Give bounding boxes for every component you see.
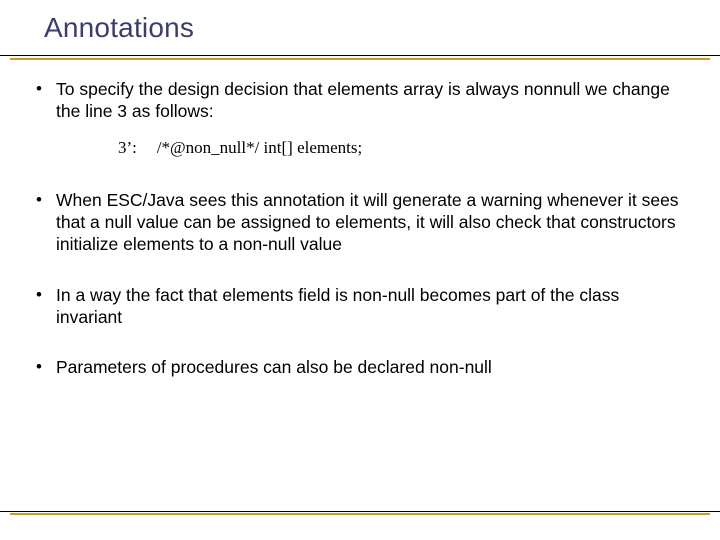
bullet-text: When ESC/Java sees this annotation it wi…: [56, 190, 679, 255]
bullet-item: Parameters of procedures can also be dec…: [30, 356, 690, 378]
bullet-text: In a way the fact that elements field is…: [56, 285, 619, 327]
bullet-text: To specify the design decision that elem…: [56, 79, 670, 121]
divider-bottom-black: [0, 511, 720, 512]
divider-bottom-gold: [10, 513, 710, 515]
bullet-list: To specify the design decision that elem…: [30, 78, 690, 379]
divider-top-black: [0, 55, 720, 56]
bullet-item: To specify the design decision that elem…: [30, 78, 690, 159]
slide-title: Annotations: [44, 12, 194, 44]
code-line: 3’: /*@non_null*/ int[] elements;: [118, 137, 690, 159]
slide: Annotations To specify the design decisi…: [0, 0, 720, 540]
divider-top-gold: [10, 58, 710, 60]
code-line-label: 3’:: [118, 137, 144, 159]
content-area: To specify the design decision that elem…: [30, 78, 690, 407]
code-line-text: /*@non_null*/ int[] elements;: [157, 138, 362, 157]
bullet-text: Parameters of procedures can also be dec…: [56, 357, 492, 377]
bullet-item: In a way the fact that elements field is…: [30, 284, 690, 329]
bullet-item: When ESC/Java sees this annotation it wi…: [30, 189, 690, 256]
